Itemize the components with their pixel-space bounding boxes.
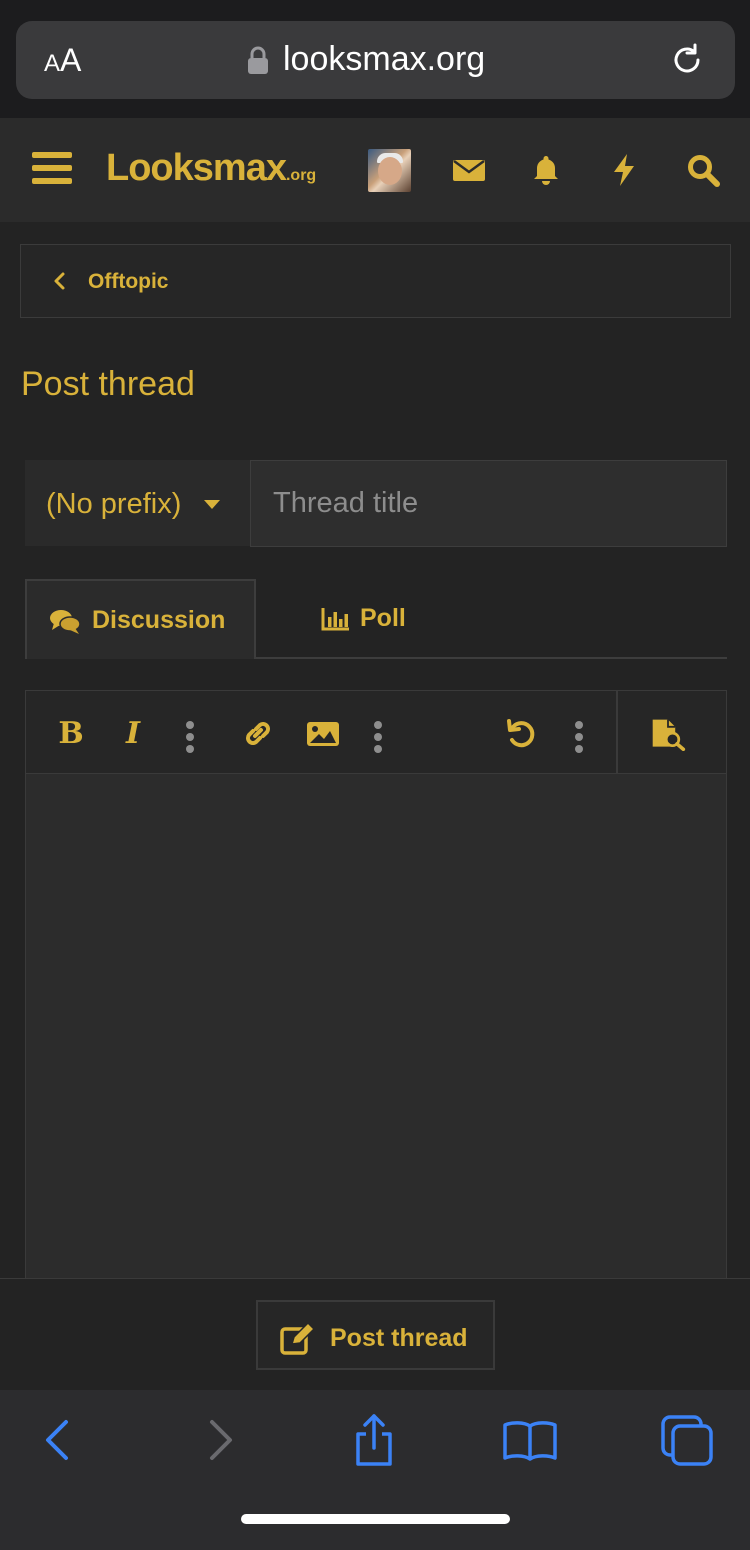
chevron-left-icon — [54, 272, 65, 290]
caret-down-icon — [204, 500, 220, 509]
link-icon[interactable] — [240, 717, 276, 751]
thread-title-input[interactable] — [250, 460, 727, 547]
preview-icon[interactable] — [650, 717, 686, 751]
prefix-dropdown[interactable]: (No prefix) — [25, 460, 250, 546]
more-options-icon[interactable] — [184, 721, 196, 755]
forward-icon[interactable] — [191, 1412, 247, 1468]
url-text: looksmax.org — [283, 40, 486, 78]
post-thread-label: Post thread — [330, 1324, 468, 1352]
search-icon[interactable] — [685, 152, 721, 188]
tab-poll[interactable]: Poll — [258, 579, 468, 657]
submit-bar: Post thread — [0, 1278, 750, 1390]
logo-main: Looksmax — [106, 147, 287, 189]
page-title: Post thread — [21, 365, 195, 403]
bolt-icon[interactable] — [606, 152, 642, 188]
tab-poll-label: Poll — [360, 604, 406, 632]
breadcrumb-label: Offtopic — [88, 270, 169, 293]
site-logo[interactable]: Looksmax.org — [106, 146, 316, 198]
tabs-icon[interactable] — [660, 1412, 716, 1468]
post-thread-button[interactable]: Post thread — [256, 1300, 495, 1370]
lock-icon — [248, 46, 268, 74]
italic-icon[interactable]: I — [115, 717, 151, 751]
bar-chart-icon — [321, 608, 349, 631]
home-indicator — [241, 1514, 510, 1524]
tab-discussion-label: Discussion — [92, 606, 226, 634]
more-options-icon[interactable] — [573, 721, 585, 755]
share-icon[interactable] — [346, 1412, 402, 1468]
breadcrumb[interactable]: Offtopic — [20, 244, 731, 318]
browser-bottom-bar — [0, 1390, 750, 1550]
edit-icon — [280, 1322, 316, 1355]
more-options-icon[interactable] — [372, 721, 384, 755]
reload-icon[interactable] — [668, 41, 706, 79]
bell-icon[interactable] — [528, 152, 564, 188]
text-size-button[interactable]: AA — [44, 43, 81, 81]
image-icon[interactable] — [305, 717, 341, 751]
undo-icon[interactable] — [504, 717, 540, 751]
site-header: Looksmax.org — [0, 118, 750, 222]
browser-top-bar: AA looksmax.org — [0, 0, 750, 118]
bold-icon[interactable]: B — [53, 717, 89, 751]
tab-discussion[interactable]: Discussion — [25, 579, 256, 659]
toolbar-separator — [616, 691, 618, 774]
bookmarks-icon[interactable] — [502, 1412, 558, 1468]
prefix-value: (No prefix) — [46, 488, 182, 520]
envelope-icon[interactable] — [451, 152, 487, 188]
back-icon[interactable] — [31, 1412, 87, 1468]
logo-suffix: .org — [285, 167, 317, 184]
message-editor[interactable]: B I — [25, 690, 727, 1290]
avatar[interactable] — [368, 149, 411, 192]
address-bar[interactable]: AA looksmax.org — [16, 21, 735, 99]
editor-toolbar: B I — [26, 691, 726, 774]
hamburger-menu-icon[interactable] — [32, 152, 72, 188]
comments-icon — [50, 610, 81, 634]
